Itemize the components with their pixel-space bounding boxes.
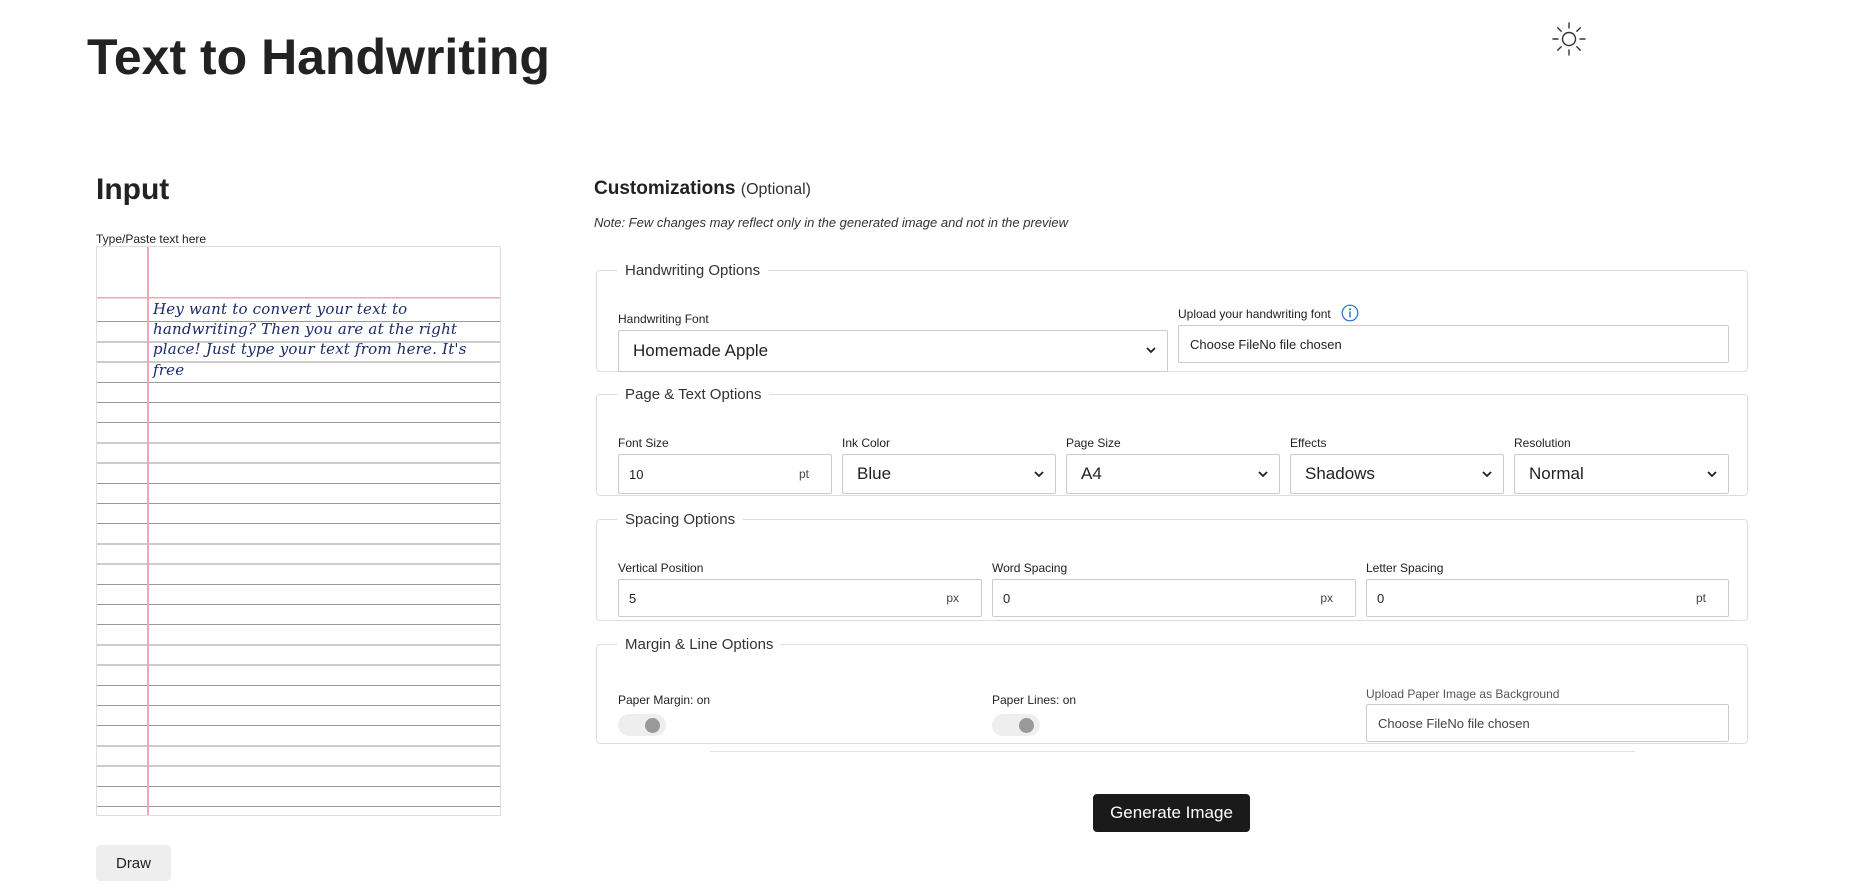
upload-background-file-input[interactable]: Choose FileNo file chosen bbox=[1366, 704, 1729, 742]
page-text-options-group: Page & Text Options Font Size 10 pt Ink … bbox=[596, 386, 1748, 496]
ink-color-select[interactable]: Blue bbox=[842, 454, 1056, 494]
upload-background-label: Upload Paper Image as Background bbox=[1366, 687, 1560, 701]
draw-button[interactable]: Draw bbox=[96, 845, 171, 881]
page-size-value: A4 bbox=[1081, 464, 1102, 483]
chevron-down-icon bbox=[1034, 471, 1044, 478]
generate-image-button[interactable]: Generate Image bbox=[1093, 794, 1250, 832]
handwriting-paper-editor[interactable]: Hey want to convert your text to handwri… bbox=[96, 246, 501, 816]
letter-spacing-unit: pt bbox=[1695, 591, 1706, 605]
info-icon[interactable] bbox=[1341, 304, 1359, 322]
font-size-value: 10 bbox=[629, 466, 644, 482]
vertical-position-value: 5 bbox=[629, 590, 637, 606]
optional-label: (Optional) bbox=[740, 181, 811, 198]
chevron-down-icon bbox=[1258, 471, 1268, 478]
divider bbox=[710, 751, 1635, 752]
margin-line-options-group: Margin & Line Options Paper Margin: on P… bbox=[596, 636, 1748, 744]
resolution-label: Resolution bbox=[1514, 436, 1571, 450]
spacing-options-legend: Spacing Options bbox=[625, 511, 736, 528]
letter-spacing-value: 0 bbox=[1377, 590, 1385, 606]
page: Text to Handwriting Input Type/Paste tex… bbox=[0, 0, 1858, 891]
font-size-label: Font Size bbox=[618, 436, 669, 450]
customizations-title: Customizations (Optional) bbox=[594, 178, 811, 200]
chevron-down-icon bbox=[1482, 471, 1492, 478]
app-title: Text to Handwriting bbox=[87, 29, 550, 85]
customizations-heading: Customizations bbox=[594, 178, 736, 199]
paper-margin-toggle[interactable] bbox=[618, 714, 666, 736]
resolution-select[interactable]: Normal bbox=[1514, 454, 1729, 494]
page-size-select[interactable]: A4 bbox=[1066, 454, 1280, 494]
effects-select[interactable]: Shadows bbox=[1290, 454, 1504, 494]
handwriting-options-legend: Handwriting Options bbox=[625, 262, 761, 279]
handwriting-font-label: Handwriting Font bbox=[618, 312, 709, 326]
margin-line-options-legend: Margin & Line Options bbox=[625, 636, 774, 653]
vertical-position-input[interactable]: 5 px bbox=[618, 579, 982, 617]
resolution-value: Normal bbox=[1529, 464, 1584, 483]
input-heading: Input bbox=[96, 173, 170, 206]
handwriting-font-value: Homemade Apple bbox=[633, 341, 769, 360]
font-size-input[interactable]: 10 pt bbox=[618, 454, 832, 494]
letter-spacing-input[interactable]: 0 pt bbox=[1366, 579, 1729, 617]
page-text-options-legend: Page & Text Options bbox=[625, 386, 762, 403]
paper-margin-label: Paper Margin: on bbox=[618, 693, 711, 707]
toggle-knob bbox=[645, 718, 660, 733]
chevron-down-icon bbox=[1707, 471, 1717, 478]
effects-label: Effects bbox=[1290, 436, 1327, 450]
effects-value: Shadows bbox=[1305, 464, 1375, 483]
paper-lines-toggle[interactable] bbox=[992, 714, 1040, 736]
vertical-position-unit: px bbox=[946, 591, 959, 605]
word-spacing-unit: px bbox=[1320, 591, 1333, 605]
customizations-note: Note: Few changes may reflect only in th… bbox=[594, 215, 1069, 230]
word-spacing-value: 0 bbox=[1003, 590, 1011, 606]
ink-color-value: Blue bbox=[857, 464, 892, 483]
page-size-label: Page Size bbox=[1066, 436, 1121, 450]
handwriting-text[interactable]: Hey want to convert your text to handwri… bbox=[153, 299, 492, 380]
letter-spacing-label: Letter Spacing bbox=[1366, 561, 1444, 575]
paper-lines-label: Paper Lines: on bbox=[992, 693, 1077, 707]
upload-font-label: Upload your handwriting font bbox=[1178, 307, 1331, 321]
theme-toggle-button[interactable] bbox=[1550, 20, 1588, 58]
sun-icon bbox=[1552, 22, 1586, 56]
textarea-label: Type/Paste text here bbox=[96, 232, 207, 246]
spacing-options-group: Spacing Options Vertical Position 5 px W… bbox=[596, 511, 1748, 621]
upload-font-file-input[interactable]: Choose FileNo file chosen bbox=[1178, 325, 1729, 363]
word-spacing-label: Word Spacing bbox=[992, 561, 1068, 575]
toggle-knob bbox=[1019, 718, 1034, 733]
font-size-unit: pt bbox=[798, 467, 809, 481]
vertical-position-label: Vertical Position bbox=[618, 561, 704, 575]
handwriting-options-group: Handwriting Options Handwriting Font Hom… bbox=[596, 262, 1748, 372]
paper-margin-line bbox=[147, 247, 149, 815]
handwriting-font-select[interactable]: Homemade Apple bbox=[618, 330, 1168, 372]
word-spacing-input[interactable]: 0 px bbox=[992, 579, 1356, 617]
ink-color-label: Ink Color bbox=[842, 436, 891, 450]
chevron-down-icon bbox=[1146, 347, 1156, 354]
